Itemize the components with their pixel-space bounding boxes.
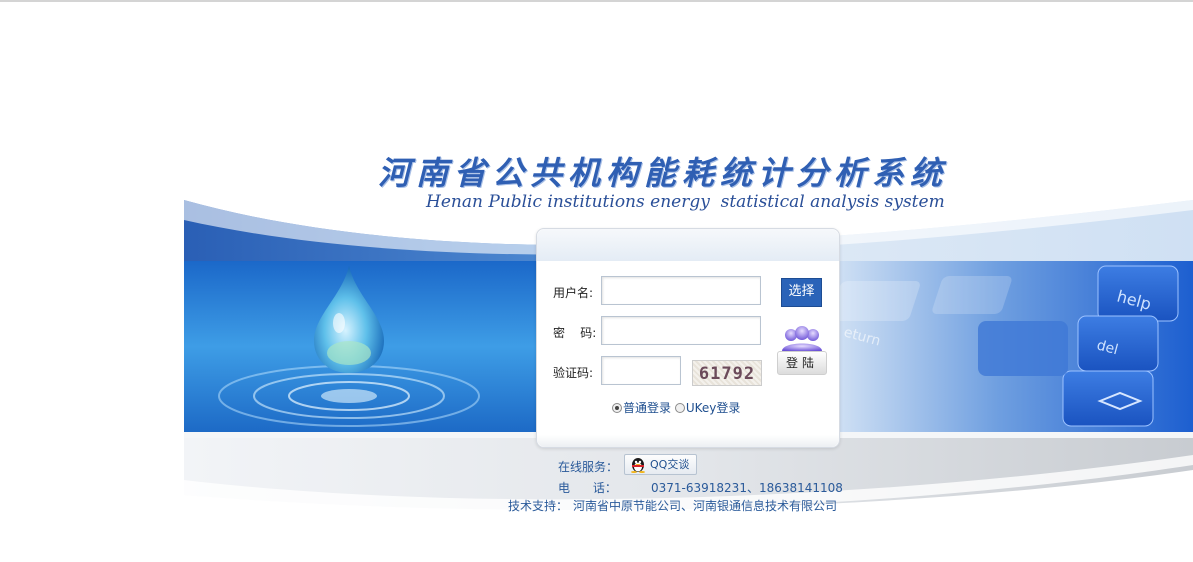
username-label: 用户名:: [553, 286, 594, 300]
login-panel-footer: [537, 435, 839, 447]
login-panel-header: [537, 229, 839, 261]
online-service-label: 在线服务：: [558, 460, 619, 474]
phone-value: 0371-63918231、18638141108: [651, 481, 843, 495]
page-subtitle: Henan Public institutions energy statist…: [426, 192, 945, 212]
tech-support-value: 河南省中原节能公司、河南银通信息技术有限公司: [573, 499, 838, 513]
password-label: 密 码:: [553, 326, 597, 340]
login-button-label: 登陆: [777, 351, 827, 375]
ukey-login-radio[interactable]: [674, 403, 685, 413]
login-button[interactable]: 登陆: [777, 324, 827, 378]
captcha-input[interactable]: [601, 356, 681, 385]
qq-chat-label: QQ交谈: [650, 458, 690, 471]
captcha-image[interactable]: 61792: [692, 360, 762, 386]
top-border: [0, 0, 1193, 2]
users-icon: [782, 326, 822, 351]
qq-penguin-icon: [631, 458, 645, 473]
phone-label: 电 话：: [558, 481, 617, 495]
keyboard-image: help del eturn: [838, 261, 1193, 432]
normal-login-label[interactable]: 普通登录: [623, 401, 671, 415]
username-input[interactable]: [601, 276, 761, 305]
password-input[interactable]: [601, 316, 761, 345]
login-mode-group: 普通登录 UKey登录: [612, 399, 740, 416]
normal-login-radio[interactable]: [612, 403, 622, 413]
qq-chat-button[interactable]: QQ交谈: [624, 454, 697, 475]
water-drop-image: [184, 261, 536, 432]
ukey-login-label[interactable]: UKey登录: [686, 401, 741, 415]
page-title: 河南省公共机构能耗统计分析系统: [378, 154, 949, 192]
select-button[interactable]: 选择: [781, 278, 822, 307]
captcha-label: 验证码:: [553, 366, 594, 380]
tech-support-label: 技术支持：: [508, 499, 569, 513]
